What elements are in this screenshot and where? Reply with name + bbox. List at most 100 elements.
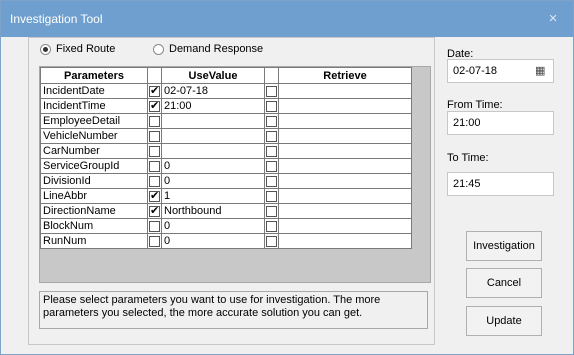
parameters-table: Parameters UseValue Retrieve IncidentDat…	[40, 67, 412, 249]
parameters-grid[interactable]: Parameters UseValue Retrieve IncidentDat…	[39, 66, 431, 283]
retrieve-checkbox[interactable]	[266, 190, 277, 202]
radio-fixed-route-indicator[interactable]	[40, 43, 51, 55]
table-body: IncidentDate ✔ 02-07-18 IncidentTime ✔ 21:00 E…	[40, 83, 412, 249]
investigation-button[interactable]: Investigation	[466, 231, 542, 261]
update-button[interactable]: Update	[466, 306, 542, 336]
use-value-cell[interactable]	[161, 113, 265, 129]
table-row[interactable]: BlockNum 0	[40, 218, 412, 234]
use-value-checkbox-cell: ✔	[147, 83, 162, 99]
date-field[interactable]: 02-07-18 ▦	[447, 59, 554, 83]
retrieve-cell	[278, 98, 412, 114]
table-row[interactable]: VehicleNumber	[40, 128, 412, 144]
use-value-checkbox[interactable]	[149, 160, 160, 172]
info-message: Please select parameters you want to use…	[39, 291, 428, 329]
use-value-checkbox[interactable]	[149, 115, 160, 127]
use-value-checkbox-cell: ✔	[147, 98, 162, 114]
use-value-cell[interactable]: 0	[161, 218, 265, 234]
use-value-checkbox-cell: ✔	[147, 203, 162, 219]
radio-demand-response-indicator[interactable]	[153, 43, 164, 55]
retrieve-checkbox[interactable]	[266, 205, 277, 217]
use-value-checkbox[interactable]: ✔	[149, 190, 160, 202]
retrieve-checkbox-cell	[264, 128, 279, 144]
parameter-name: IncidentDate	[40, 83, 148, 99]
use-value-checkbox[interactable]	[149, 175, 160, 187]
use-value-checkbox[interactable]	[149, 145, 160, 157]
use-value-checkbox[interactable]: ✔	[149, 85, 160, 97]
header-retrieve-check	[264, 67, 279, 84]
table-row[interactable]: DivisionId 0	[40, 173, 412, 189]
use-value-checkbox-cell: ✔	[147, 188, 162, 204]
retrieve-checkbox-cell	[264, 143, 279, 159]
calendar-dropdown-icon[interactable]: ▦	[535, 64, 549, 78]
retrieve-checkbox[interactable]	[266, 235, 277, 247]
header-use-check	[147, 67, 162, 84]
header-use-value[interactable]: UseValue	[161, 67, 265, 84]
use-value-checkbox[interactable]: ✔	[149, 205, 160, 217]
table-row[interactable]: LineAbbr ✔ 1	[40, 188, 412, 204]
table-row[interactable]: RunNum 0	[40, 233, 412, 249]
use-value-cell[interactable]: 02-07-18	[161, 83, 265, 99]
cancel-button[interactable]: Cancel	[466, 268, 542, 298]
use-value-cell[interactable]	[161, 128, 265, 144]
table-row[interactable]: EmployeeDetail	[40, 113, 412, 129]
use-value-cell[interactable]: 1	[161, 188, 265, 204]
parameter-name: IncidentTime	[40, 98, 148, 114]
use-value-cell[interactable]: 0	[161, 173, 265, 189]
retrieve-checkbox[interactable]	[266, 85, 277, 97]
close-icon[interactable]: ×	[542, 8, 564, 30]
retrieve-cell	[278, 128, 412, 144]
parameter-name: EmployeeDetail	[40, 113, 148, 129]
use-value-checkbox[interactable]	[149, 130, 160, 142]
radio-demand-response[interactable]: Demand Response	[153, 41, 263, 57]
retrieve-checkbox[interactable]	[266, 115, 277, 127]
retrieve-checkbox[interactable]	[266, 145, 277, 157]
table-header-row: Parameters UseValue Retrieve	[40, 67, 412, 84]
retrieve-cell	[278, 203, 412, 219]
parameter-name: ServiceGroupId	[40, 158, 148, 174]
retrieve-cell	[278, 173, 412, 189]
use-value-checkbox-cell	[147, 233, 162, 249]
parameter-name: DirectionName	[40, 203, 148, 219]
use-value-cell[interactable]: 0	[161, 158, 265, 174]
parameter-name: LineAbbr	[40, 188, 148, 204]
retrieve-checkbox[interactable]	[266, 100, 277, 112]
table-row[interactable]: CarNumber	[40, 143, 412, 159]
retrieve-cell	[278, 83, 412, 99]
from-time-field[interactable]: 21:00	[447, 111, 554, 135]
table-row[interactable]: IncidentDate ✔ 02-07-18	[40, 83, 412, 99]
retrieve-checkbox[interactable]	[266, 220, 277, 232]
use-value-checkbox[interactable]	[149, 235, 160, 247]
retrieve-checkbox[interactable]	[266, 175, 277, 187]
retrieve-checkbox[interactable]	[266, 160, 277, 172]
retrieve-checkbox-cell	[264, 233, 279, 249]
header-parameters[interactable]: Parameters	[40, 67, 148, 84]
use-value-cell[interactable]	[161, 143, 265, 159]
retrieve-cell	[278, 143, 412, 159]
to-time-value: 21:45	[453, 178, 481, 190]
header-retrieve[interactable]: Retrieve	[278, 67, 412, 84]
retrieve-checkbox-cell	[264, 83, 279, 99]
retrieve-cell	[278, 218, 412, 234]
use-value-cell[interactable]: Northbound	[161, 203, 265, 219]
use-value-cell[interactable]: 0	[161, 233, 265, 249]
radio-fixed-route-label: Fixed Route	[56, 43, 116, 55]
to-time-field[interactable]: 21:45	[447, 172, 554, 196]
retrieve-cell	[278, 233, 412, 249]
parameter-name: BlockNum	[40, 218, 148, 234]
table-row[interactable]: IncidentTime ✔ 21:00	[40, 98, 412, 114]
radio-demand-response-label: Demand Response	[169, 43, 264, 55]
use-value-checkbox[interactable]	[149, 220, 160, 232]
retrieve-checkbox[interactable]	[266, 130, 277, 142]
use-value-checkbox[interactable]: ✔	[149, 100, 160, 112]
table-row[interactable]: DirectionName ✔ Northbound	[40, 203, 412, 219]
use-value-checkbox-cell	[147, 218, 162, 234]
retrieve-checkbox-cell	[264, 98, 279, 114]
retrieve-checkbox-cell	[264, 218, 279, 234]
retrieve-cell	[278, 188, 412, 204]
table-row[interactable]: ServiceGroupId 0	[40, 158, 412, 174]
radio-fixed-route[interactable]: Fixed Route	[40, 41, 115, 57]
retrieve-checkbox-cell	[264, 203, 279, 219]
date-value: 02-07-18	[453, 65, 498, 77]
parameter-name: VehicleNumber	[40, 128, 148, 144]
use-value-cell[interactable]: 21:00	[161, 98, 265, 114]
